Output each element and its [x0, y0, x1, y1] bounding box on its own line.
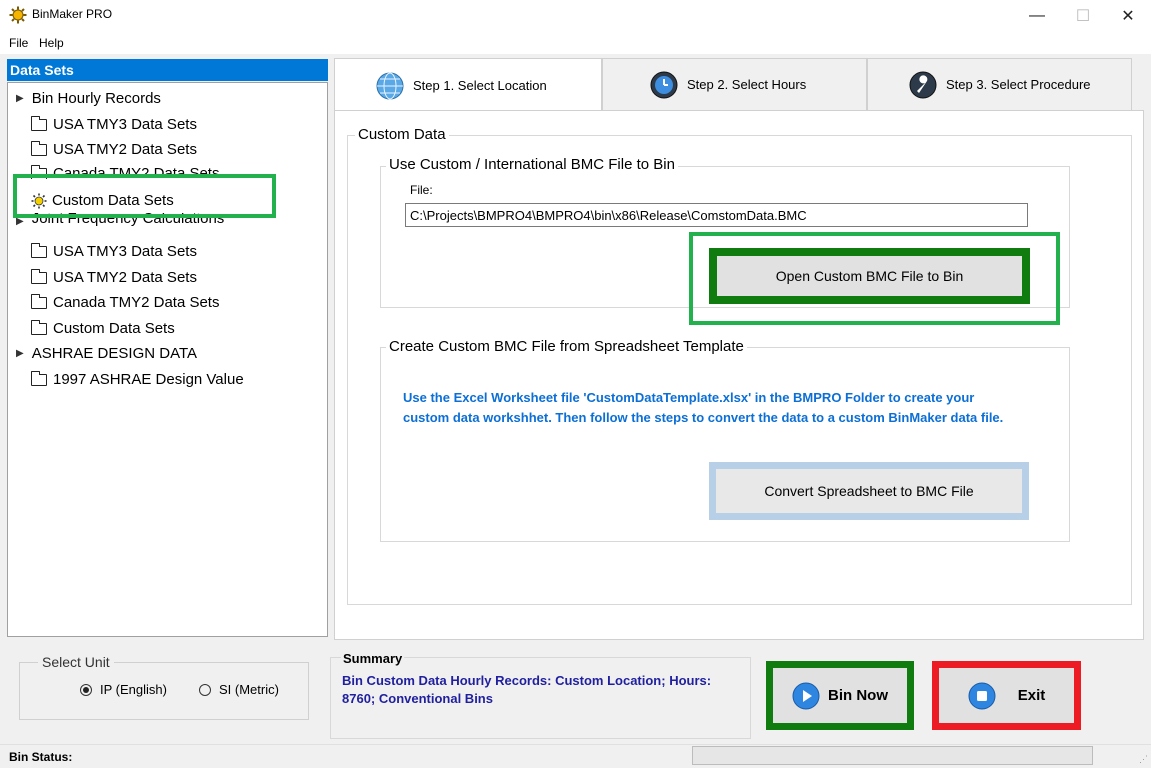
datasets-tree[interactable]: ▶ Bin Hourly Records USA TMY3 Data Sets … — [7, 82, 328, 637]
stop-icon — [968, 682, 996, 709]
tree-group-bin-hourly[interactable]: ▶ Bin Hourly Records — [16, 90, 161, 107]
tree-item-label: USA TMY3 Data Sets — [53, 243, 197, 260]
summary-title: Summary — [341, 651, 405, 666]
tree-item-label: USA TMY2 Data Sets — [53, 269, 197, 286]
radio-ip-indicator — [80, 683, 92, 696]
tree-group-label: ASHRAE DESIGN DATA — [31, 345, 198, 362]
tree-item-label: Canada TMY2 Data Sets — [53, 294, 220, 311]
close-button[interactable]: ✕ — [1105, 0, 1151, 32]
bin-progress-bar — [692, 746, 1093, 765]
folder-icon — [30, 242, 47, 258]
maximize-button[interactable]: ☐ — [1060, 0, 1106, 32]
radio-si[interactable]: SI (Metric) — [199, 682, 279, 697]
tree-item-label: USA TMY3 Data Sets — [53, 116, 197, 133]
title-bar — [0, 0, 1151, 32]
radio-ip[interactable]: IP (English) — [80, 682, 167, 697]
tree-group-ashrae[interactable]: ▶ ASHRAE DESIGN DATA — [16, 345, 197, 362]
instructions-text: Use the Excel Worksheet file 'CustomData… — [403, 390, 1004, 425]
datasets-header: Data Sets — [7, 59, 328, 81]
minimize-button[interactable]: — — [1014, 0, 1060, 32]
exit-button[interactable]: Exit — [932, 661, 1081, 730]
folder-icon — [30, 268, 47, 284]
tree-item[interactable]: USA TMY3 Data Sets — [30, 242, 197, 260]
menu-file[interactable]: File — [9, 36, 28, 50]
app-logo-icon — [9, 6, 27, 24]
tab-label: Step 2. Select Hours — [687, 77, 807, 92]
resize-grip-icon[interactable]: ⋰ — [1139, 754, 1148, 765]
spreadsheet-group-title: Create Custom BMC File from Spreadsheet … — [386, 338, 747, 355]
clock-icon — [650, 71, 678, 98]
radio-si-label: SI (Metric) — [219, 682, 279, 697]
folder-icon — [30, 293, 47, 309]
file-path-input[interactable] — [405, 203, 1028, 227]
radio-ip-label: IP (English) — [100, 682, 167, 697]
radio-si-indicator — [199, 683, 211, 696]
folder-icon — [30, 115, 47, 131]
tab-select-location[interactable]: Step 1. Select Location — [334, 58, 602, 112]
expand-caret-icon: ▶ — [16, 348, 24, 359]
exit-label: Exit — [1017, 687, 1046, 704]
tree-item-label: USA TMY2 Data Sets — [53, 141, 197, 158]
wrench-icon — [909, 71, 937, 98]
open-custom-bmc-button[interactable]: Open Custom BMC File to Bin — [709, 248, 1030, 304]
menu-bar — [0, 32, 1151, 54]
tab-label: Step 1. Select Location — [413, 78, 547, 93]
selection-highlight — [13, 174, 276, 218]
tree-item[interactable]: USA TMY2 Data Sets — [30, 268, 197, 286]
tree-item[interactable]: USA TMY2 Data Sets — [30, 140, 197, 158]
tree-group-label: Bin Hourly Records — [31, 90, 161, 107]
menu-help[interactable]: Help — [39, 36, 64, 50]
folder-icon — [30, 319, 47, 335]
play-icon — [792, 682, 820, 709]
bin-now-button[interactable]: Bin Now — [766, 661, 914, 730]
tab-label: Step 3. Select Procedure — [946, 77, 1091, 92]
custom-data-title: Custom Data — [355, 126, 449, 143]
bin-now-label: Bin Now — [828, 687, 888, 704]
tree-item[interactable]: USA TMY3 Data Sets — [30, 115, 197, 133]
tree-item-label: 1997 ASHRAE Design Value — [53, 371, 244, 388]
folder-icon — [30, 140, 47, 156]
unit-group-title: Select Unit — [38, 654, 114, 670]
tree-item-label: Custom Data Sets — [53, 320, 175, 337]
bin-status-label: Bin Status: — [9, 750, 73, 764]
file-label: File: — [410, 183, 433, 197]
bmc-group-title: Use Custom / International BMC File to B… — [386, 156, 678, 173]
tab-select-procedure[interactable]: Step 3. Select Procedure — [867, 58, 1132, 110]
expand-caret-icon: ▶ — [16, 93, 24, 104]
summary-text: Bin Custom Data Hourly Records: Custom L… — [342, 673, 712, 706]
tree-item[interactable]: 1997 ASHRAE Design Value — [30, 370, 244, 388]
window-title: BinMaker PRO — [32, 7, 113, 21]
tab-select-hours[interactable]: Step 2. Select Hours — [602, 58, 867, 110]
folder-icon — [30, 370, 47, 386]
tree-item[interactable]: Custom Data Sets — [30, 319, 175, 337]
tree-item[interactable]: Canada TMY2 Data Sets — [30, 293, 220, 311]
convert-spreadsheet-button[interactable]: Convert Spreadsheet to BMC File — [709, 462, 1029, 520]
globe-icon — [376, 72, 404, 99]
